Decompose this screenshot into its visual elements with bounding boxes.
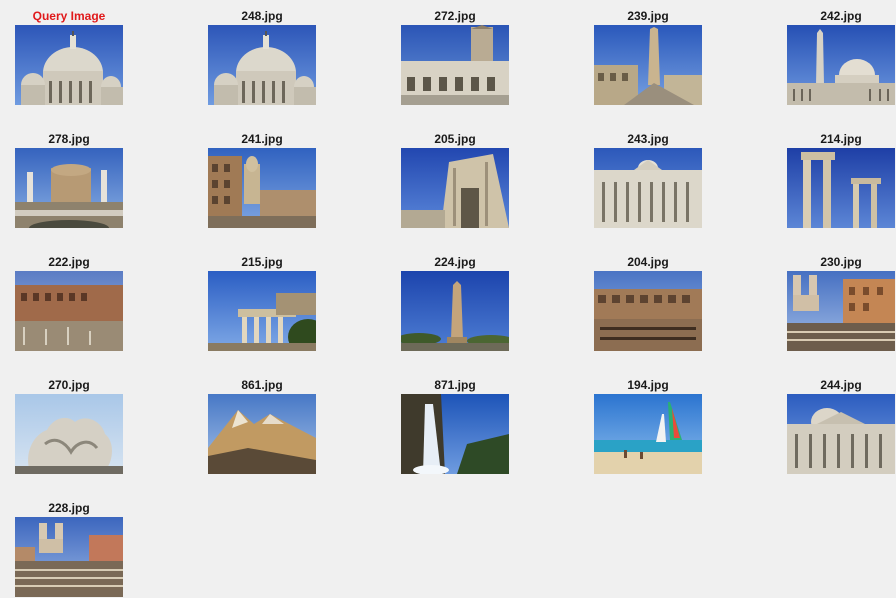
basilica-dome-facade-photo <box>787 394 895 474</box>
result-title: 194.jpg <box>627 378 669 392</box>
query-image-thumbnail[interactable] <box>15 25 123 105</box>
result-cell: 241.jpg <box>208 131 316 229</box>
result-cell: 228.jpg <box>15 500 123 598</box>
result-thumbnail[interactable] <box>787 148 895 228</box>
result-cell: 214.jpg <box>787 131 895 229</box>
piazza-with-church-photo <box>208 148 316 228</box>
result-cell: 278.jpg <box>15 131 123 229</box>
result-title: 204.jpg <box>627 255 669 269</box>
result-thumbnail[interactable] <box>401 271 509 351</box>
result-cell: 861.jpg <box>208 377 316 475</box>
result-thumbnail[interactable] <box>787 394 895 474</box>
result-title: 248.jpg <box>241 9 283 23</box>
result-cell: 205.jpg <box>401 131 509 229</box>
basilica-facade-with-tower-photo <box>401 25 509 105</box>
result-title: 228.jpg <box>48 501 90 515</box>
result-thumbnail[interactable] <box>401 394 509 474</box>
result-cell: 244.jpg <box>787 377 895 475</box>
result-title: 272.jpg <box>434 9 476 23</box>
result-cell: 270.jpg <box>15 377 123 475</box>
result-thumbnail[interactable] <box>208 25 316 105</box>
query-image-cell: Query Image <box>15 8 123 106</box>
spanish-steps-piazza-photo <box>15 517 123 597</box>
triumphal-arch-photo <box>401 148 509 228</box>
result-thumbnail[interactable] <box>401 148 509 228</box>
result-thumbnail[interactable] <box>15 517 123 597</box>
result-title: 224.jpg <box>434 255 476 269</box>
obelisk-in-park-photo <box>401 271 509 351</box>
forum-columns-photo <box>787 148 895 228</box>
result-title: 242.jpg <box>820 9 862 23</box>
st-peters-square-photo <box>787 25 895 105</box>
result-thumbnail[interactable] <box>208 148 316 228</box>
result-thumbnail[interactable] <box>594 394 702 474</box>
temple-ruins-photo <box>208 271 316 351</box>
result-thumbnail[interactable] <box>594 271 702 351</box>
beach-sailboats-photo <box>594 394 702 474</box>
result-title: 244.jpg <box>820 378 862 392</box>
result-cell: 272.jpg <box>401 8 509 106</box>
marble-sculpture-photo <box>15 394 123 474</box>
result-title: 222.jpg <box>48 255 90 269</box>
result-cell: 871.jpg <box>401 377 509 475</box>
trajan-markets-photo <box>15 271 123 351</box>
result-cell: 224.jpg <box>401 254 509 352</box>
result-cell: 230.jpg <box>787 254 895 352</box>
result-thumbnail[interactable] <box>787 271 895 351</box>
query-image-title: Query Image <box>32 9 106 23</box>
result-title: 243.jpg <box>627 132 669 146</box>
colosseum-interior-photo <box>594 271 702 351</box>
figure-window: Query Image 248.jpg 272.jpg 239.jpg 242.… <box>0 0 896 598</box>
result-cell: 215.jpg <box>208 254 316 352</box>
st-peters-dome-photo <box>15 25 123 105</box>
result-title: 214.jpg <box>820 132 862 146</box>
result-title: 278.jpg <box>48 132 90 146</box>
result-title: 861.jpg <box>241 378 283 392</box>
st-peters-dome-photo <box>208 25 316 105</box>
result-thumbnail[interactable] <box>594 148 702 228</box>
result-cell: 248.jpg <box>208 8 316 106</box>
result-cell: 194.jpg <box>594 377 702 475</box>
result-thumbnail[interactable] <box>15 271 123 351</box>
st-peters-facade-photo <box>594 148 702 228</box>
result-title: 871.jpg <box>434 378 476 392</box>
result-thumbnail[interactable] <box>787 25 895 105</box>
spanish-steps-crowd-photo <box>787 271 895 351</box>
result-title: 230.jpg <box>820 255 862 269</box>
result-title: 270.jpg <box>48 378 90 392</box>
result-cell: 204.jpg <box>594 254 702 352</box>
castel-sant-angelo-photo <box>15 148 123 228</box>
result-title: 205.jpg <box>434 132 476 146</box>
result-thumbnail[interactable] <box>15 394 123 474</box>
result-thumbnail[interactable] <box>401 25 509 105</box>
result-thumbnail[interactable] <box>208 271 316 351</box>
waterfall-photo <box>401 394 509 474</box>
result-cell: 239.jpg <box>594 8 702 106</box>
result-cell: 242.jpg <box>787 8 895 106</box>
result-title: 241.jpg <box>241 132 283 146</box>
result-cell: 243.jpg <box>594 131 702 229</box>
obelisk-and-ruins-photo <box>594 25 702 105</box>
result-thumbnail[interactable] <box>208 394 316 474</box>
result-thumbnail[interactable] <box>15 148 123 228</box>
mountain-landscape-photo <box>208 394 316 474</box>
result-title: 215.jpg <box>241 255 283 269</box>
result-cell: 222.jpg <box>15 254 123 352</box>
result-thumbnail[interactable] <box>594 25 702 105</box>
result-title: 239.jpg <box>627 9 669 23</box>
